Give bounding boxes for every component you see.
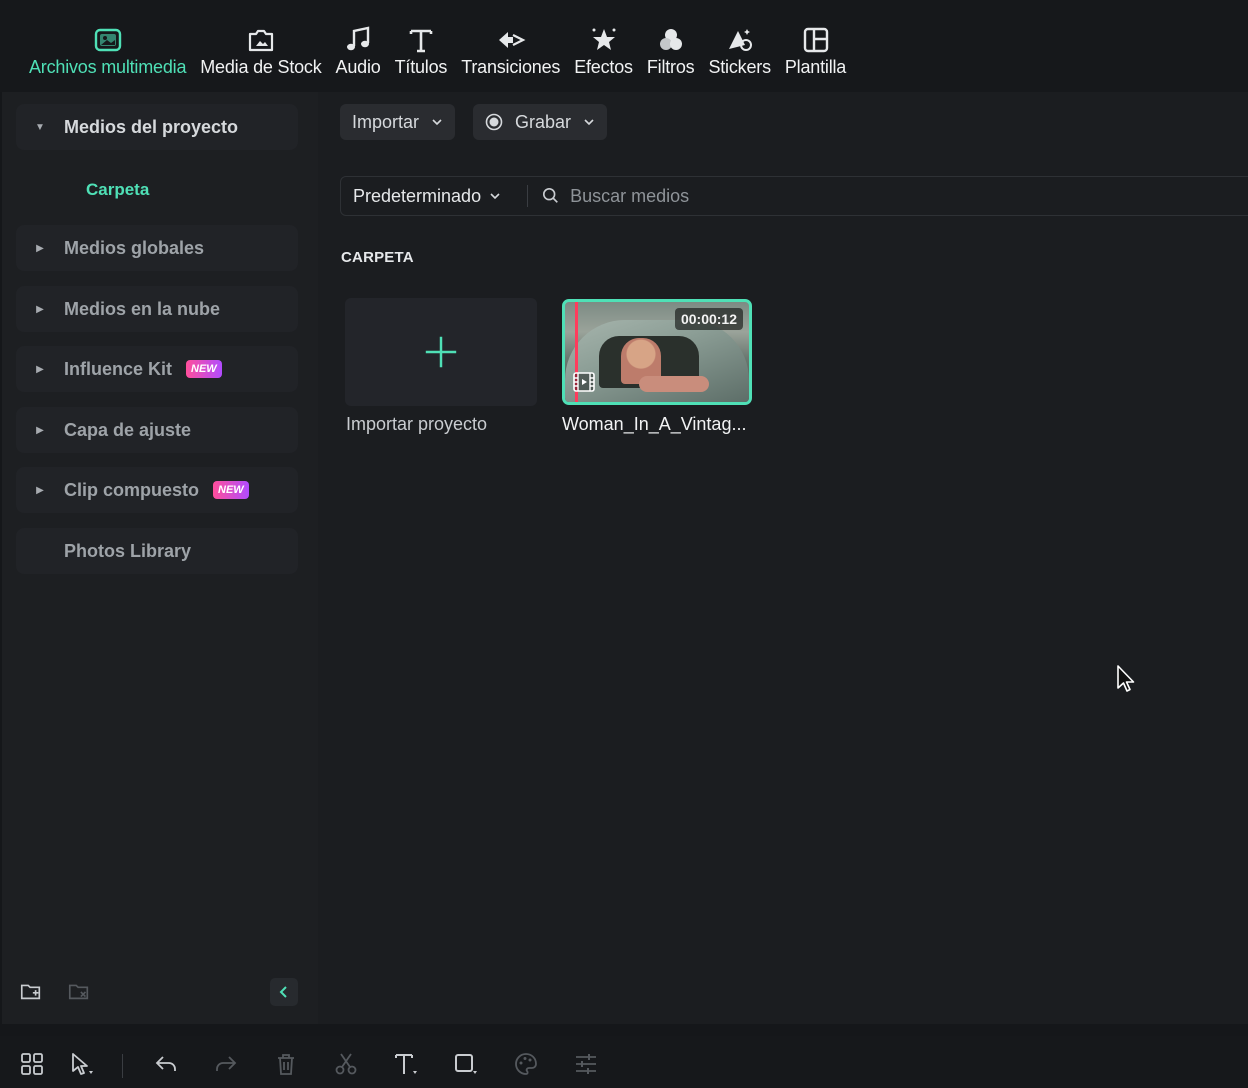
filters-circles-icon xyxy=(654,24,688,56)
tab-label: Transiciones xyxy=(461,57,561,77)
caret-right-icon: ▶ xyxy=(36,303,44,315)
redo-icon[interactable] xyxy=(212,1050,240,1078)
top-toolbar: Archivos multimedia Media de Stock Audio… xyxy=(0,0,1248,92)
media-tabs: Archivos multimedia Media de Stock Audio… xyxy=(22,0,853,92)
tab-label: Efectos xyxy=(574,57,633,77)
shape-rectangle-icon[interactable] xyxy=(452,1050,480,1078)
sidebar-item-capa-de-ajuste[interactable]: ▶ Capa de ajuste xyxy=(16,407,298,453)
plus-icon xyxy=(425,336,457,368)
chevron-down-icon xyxy=(489,190,501,202)
undo-icon[interactable] xyxy=(152,1050,180,1078)
sidebar-item-influence-kit[interactable]: ▶ Influence Kit NEW xyxy=(16,346,298,392)
sidebar-item-medios-del-proyecto[interactable]: ▼ Medios del proyecto xyxy=(16,104,298,150)
import-project-card[interactable] xyxy=(345,298,537,406)
transition-icon xyxy=(494,24,528,56)
tab-label: Filtros xyxy=(646,57,695,77)
tab-label: Archivos multimedia xyxy=(29,57,187,77)
caret-right-icon: ▶ xyxy=(36,484,44,496)
layout-grid-icon[interactable] xyxy=(18,1050,46,1078)
new-badge: NEW xyxy=(186,360,222,378)
tab-filtros[interactable]: Filtros xyxy=(640,0,702,78)
adjust-sliders-icon[interactable] xyxy=(572,1050,600,1078)
select-pointer-icon[interactable] xyxy=(68,1050,96,1078)
collapse-sidebar-button[interactable] xyxy=(270,978,298,1006)
sidebar-item-photos-library[interactable]: Photos Library xyxy=(16,528,298,574)
tab-stickers[interactable]: Stickers xyxy=(701,0,777,78)
folder-section-label: CARPETA xyxy=(341,249,414,266)
sidebar-item-clip-compuesto[interactable]: ▶ Clip compuesto NEW xyxy=(16,467,298,513)
divider xyxy=(527,185,529,207)
sidebar-item-medios-globales[interactable]: ▶ Medios globales xyxy=(16,225,298,271)
timeline-toolbar xyxy=(0,1036,1248,1088)
tab-archivos-multimedia[interactable]: Archivos multimedia xyxy=(22,0,193,78)
title-text-icon xyxy=(404,24,438,56)
record-icon xyxy=(485,113,503,131)
sidebar-footer xyxy=(2,970,318,1010)
chevron-left-icon xyxy=(279,986,287,998)
stock-media-icon xyxy=(244,24,278,56)
tab-media-de-stock[interactable]: Media de Stock xyxy=(193,0,328,78)
tab-plantilla[interactable]: Plantilla xyxy=(778,0,853,78)
new-badge: NEW xyxy=(213,481,249,499)
search-box xyxy=(536,177,1248,215)
tab-label: Títulos xyxy=(394,57,448,77)
sidebar-item-medios-en-la-nube[interactable]: ▶ Medios en la nube xyxy=(16,286,298,332)
template-icon xyxy=(799,24,833,56)
tab-label: Audio xyxy=(335,57,381,77)
divider xyxy=(122,1054,123,1078)
record-dropdown-button[interactable]: Grabar xyxy=(473,104,608,140)
tab-transiciones[interactable]: Transiciones xyxy=(454,0,567,78)
delete-folder-icon[interactable] xyxy=(66,978,92,1004)
filter-bar: Predeterminado xyxy=(340,176,1248,216)
new-folder-icon[interactable] xyxy=(18,978,44,1004)
media-library-panel: Importar Grabar Predeterminado CARPETA xyxy=(318,92,1248,1024)
text-tool-icon[interactable] xyxy=(392,1050,420,1078)
search-input[interactable] xyxy=(570,185,1071,207)
chevron-down-icon xyxy=(583,112,595,133)
clip-name: Woman_In_A_Vintag... xyxy=(562,414,747,434)
color-palette-icon[interactable] xyxy=(512,1050,540,1078)
sticker-icon xyxy=(723,24,757,56)
import-dropdown-button[interactable]: Importar xyxy=(340,104,456,140)
tab-label: Plantilla xyxy=(784,57,847,77)
clip-duration: 00:00:12 xyxy=(674,308,743,330)
music-note-icon xyxy=(341,24,375,56)
tab-label: Media de Stock xyxy=(200,57,322,77)
video-clip-thumbnail[interactable]: 00:00:12 xyxy=(562,299,752,405)
search-icon xyxy=(542,187,560,205)
caret-down-icon: ▼ xyxy=(35,121,45,133)
sort-dropdown[interactable]: Predeterminado xyxy=(341,177,513,215)
chevron-down-icon xyxy=(431,112,443,133)
caret-right-icon: ▶ xyxy=(36,363,44,375)
import-project-label: Importar proyecto xyxy=(346,414,488,434)
media-icon xyxy=(91,24,125,56)
media-sidebar: ▼ Medios del proyecto Carpeta ▶ Medios g… xyxy=(2,92,318,1024)
split-scissors-icon[interactable] xyxy=(332,1050,360,1078)
delete-trash-icon[interactable] xyxy=(272,1050,300,1078)
caret-right-icon: ▶ xyxy=(36,242,44,254)
video-clip-icon xyxy=(573,372,595,392)
tab-label: Stickers xyxy=(708,57,771,77)
effects-star-icon xyxy=(587,24,621,56)
tab-efectos[interactable]: Efectos xyxy=(567,0,640,78)
sidebar-item-carpeta[interactable]: Carpeta xyxy=(86,180,149,200)
mouse-cursor-icon xyxy=(1117,665,1135,692)
tab-audio[interactable]: Audio xyxy=(329,0,388,78)
tab-titulos[interactable]: Títulos xyxy=(388,0,455,78)
caret-right-icon: ▶ xyxy=(36,424,44,436)
